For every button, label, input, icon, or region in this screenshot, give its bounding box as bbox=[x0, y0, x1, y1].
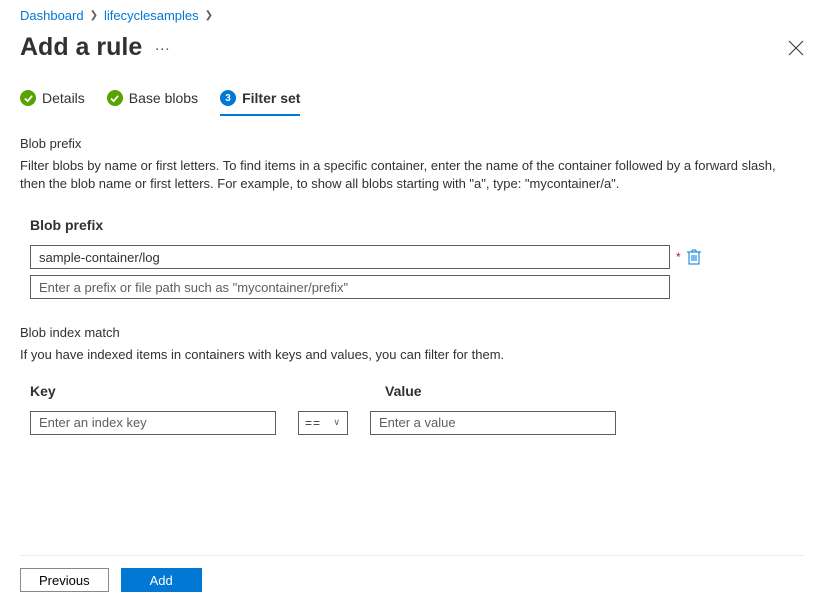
step-filter-set[interactable]: 3 Filter set bbox=[220, 90, 300, 116]
blob-prefix-description: Filter blobs by name or first letters. T… bbox=[20, 157, 804, 193]
close-icon[interactable] bbox=[788, 40, 804, 56]
breadcrumb-lifecyclesamples[interactable]: lifecyclesamples bbox=[104, 8, 199, 23]
step-details[interactable]: Details bbox=[20, 90, 85, 114]
previous-button[interactable]: Previous bbox=[20, 568, 109, 592]
blob-prefix-input-1[interactable] bbox=[30, 245, 670, 269]
index-value-input[interactable] bbox=[370, 411, 616, 435]
delete-icon[interactable] bbox=[687, 249, 701, 265]
step-label: Filter set bbox=[242, 90, 300, 106]
step-label: Details bbox=[42, 90, 85, 106]
operator-value: == bbox=[305, 416, 321, 430]
blob-index-description: If you have indexed items in containers … bbox=[20, 346, 804, 364]
page-title: Add a rule bbox=[20, 33, 142, 62]
wizard-footer: Previous Add bbox=[20, 555, 804, 592]
blob-prefix-input-2[interactable] bbox=[30, 275, 670, 299]
chevron-right-icon: ❯ bbox=[90, 10, 98, 21]
check-icon bbox=[107, 90, 123, 106]
step-number-badge: 3 bbox=[220, 90, 236, 106]
more-actions-button[interactable]: … bbox=[154, 37, 171, 59]
value-column-header: Value bbox=[385, 383, 422, 399]
operator-select[interactable]: == ∨ bbox=[298, 411, 348, 435]
blob-prefix-heading: Blob prefix bbox=[20, 136, 804, 157]
check-icon bbox=[20, 90, 36, 106]
breadcrumb: Dashboard ❯ lifecyclesamples ❯ bbox=[20, 0, 804, 23]
blob-prefix-field-label: Blob prefix bbox=[20, 193, 804, 245]
step-base-blobs[interactable]: Base blobs bbox=[107, 90, 198, 114]
add-button[interactable]: Add bbox=[121, 568, 202, 592]
chevron-down-icon: ∨ bbox=[333, 417, 341, 428]
key-column-header: Key bbox=[30, 383, 385, 399]
blob-index-heading: Blob index match bbox=[20, 325, 804, 346]
index-key-input[interactable] bbox=[30, 411, 276, 435]
wizard-steps: Details Base blobs 3 Filter set bbox=[20, 62, 804, 116]
chevron-right-icon: ❯ bbox=[205, 10, 213, 21]
step-label: Base blobs bbox=[129, 90, 198, 106]
required-indicator: * bbox=[676, 250, 681, 264]
breadcrumb-dashboard[interactable]: Dashboard bbox=[20, 8, 84, 23]
